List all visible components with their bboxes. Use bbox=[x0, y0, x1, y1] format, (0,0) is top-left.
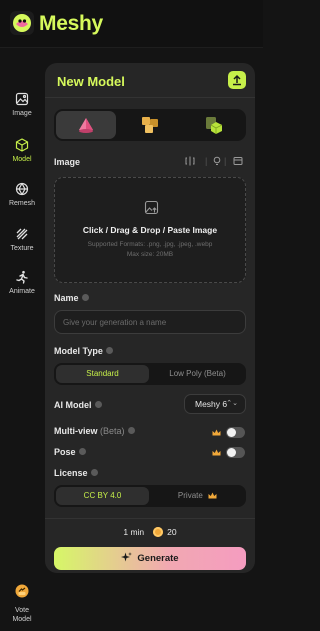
sidebar-item-animate[interactable]: Animate bbox=[0, 270, 44, 295]
credit-coin-icon bbox=[153, 527, 164, 537]
divider bbox=[45, 97, 255, 98]
upload-icon bbox=[233, 74, 241, 86]
multiview-label-text: Multi-view bbox=[54, 426, 98, 436]
image-to-3d-mode-icon bbox=[79, 118, 93, 133]
sidebar-item-label: Image bbox=[12, 110, 32, 117]
panel-title: New Model bbox=[57, 74, 125, 89]
sidebar-item-label: Model bbox=[12, 156, 32, 163]
generation-mode-tabs bbox=[54, 109, 246, 141]
pose-label: Pose bbox=[54, 447, 86, 457]
model-type-standard[interactable]: Standard bbox=[56, 365, 149, 383]
tools-separator: | bbox=[224, 156, 227, 166]
new-model-panel: New Model Image | | Click / Drag & Drop … bbox=[45, 63, 255, 573]
model-type-label-text: Model Type bbox=[54, 346, 103, 356]
sidebar-item-texture[interactable]: Texture bbox=[0, 227, 44, 252]
divider bbox=[45, 518, 255, 519]
export-button[interactable] bbox=[228, 71, 246, 89]
license-cc-by[interactable]: CC BY 4.0 bbox=[56, 487, 149, 505]
sparkle-icon bbox=[121, 552, 133, 562]
image-upload-dropzone[interactable]: Click / Drag & Drop / Paste Image Suppor… bbox=[54, 177, 246, 283]
tools-separator: | bbox=[205, 156, 208, 166]
name-input[interactable] bbox=[54, 310, 246, 334]
folder-icon[interactable] bbox=[233, 156, 243, 168]
license-label-text: License bbox=[54, 468, 88, 478]
generation-cost: 1 min 20 bbox=[45, 527, 255, 537]
info-icon[interactable] bbox=[105, 347, 113, 354]
generate-button[interactable]: Generate bbox=[54, 547, 246, 570]
crown-icon bbox=[208, 492, 217, 499]
info-icon[interactable] bbox=[90, 469, 98, 476]
sidebar-item-label: Texture bbox=[10, 245, 34, 252]
ai-model-label: AI Model bbox=[54, 400, 102, 410]
sidebar-item-image[interactable]: Image bbox=[0, 92, 44, 117]
sidebar-item-remesh[interactable]: Remesh bbox=[0, 182, 44, 207]
vote-model-button[interactable]: Vote Model bbox=[0, 584, 44, 624]
toggle-knob bbox=[227, 448, 236, 457]
name-label-text: Name bbox=[54, 293, 79, 303]
cube-icon bbox=[15, 138, 29, 152]
bulb-icon[interactable] bbox=[212, 156, 222, 168]
running-figure-icon bbox=[16, 270, 28, 284]
image-label-text: Image bbox=[54, 157, 81, 167]
beta-tag: (Beta) bbox=[100, 426, 125, 436]
tab-text-to-3d[interactable] bbox=[184, 111, 244, 139]
image-label: Image bbox=[54, 157, 80, 167]
top-bar: Meshy bbox=[0, 0, 263, 48]
dropzone-formats: Supported Formats: .png, .jpg, .jpeg, .w… bbox=[87, 241, 213, 248]
info-icon[interactable] bbox=[127, 427, 135, 434]
ai-model-label-text: AI Model bbox=[54, 400, 92, 410]
dropzone-title: Click / Drag & Drop / Paste Image bbox=[82, 225, 218, 235]
multi-image-mode-icon bbox=[142, 117, 158, 133]
toggle-knob bbox=[227, 428, 236, 437]
texture-icon bbox=[16, 228, 28, 240]
text-to-3d-mode-icon bbox=[206, 117, 223, 134]
vote-icon bbox=[15, 584, 29, 598]
dropzone-max-size: Max size: 20MB bbox=[126, 251, 174, 258]
ai-model-value: Meshy 6 bbox=[195, 399, 228, 409]
name-label: Name bbox=[54, 293, 89, 303]
license-toggle: CC BY 4.0 Private bbox=[54, 485, 246, 507]
pose-toggle[interactable] bbox=[226, 447, 245, 458]
info-icon[interactable] bbox=[81, 294, 89, 301]
multiview-toggle[interactable] bbox=[226, 427, 245, 438]
vote-label-line1: Vote bbox=[14, 607, 29, 614]
tab-image-to-3d[interactable] bbox=[56, 111, 116, 139]
model-type-toggle: Standard Low Poly (Beta) bbox=[54, 363, 246, 385]
sidebar: Image Model Remesh Texture Animate bbox=[0, 48, 44, 631]
vote-label-line2: Model bbox=[12, 616, 32, 623]
tab-multi-image-to-3d[interactable] bbox=[120, 111, 180, 139]
meshy-logo-icon[interactable] bbox=[10, 11, 34, 35]
info-icon[interactable] bbox=[94, 401, 102, 408]
crown-icon bbox=[212, 449, 221, 456]
crown-icon bbox=[212, 429, 221, 436]
license-private-text: Private bbox=[177, 491, 203, 500]
brand-name[interactable]: Meshy bbox=[39, 12, 103, 36]
chevron-up-down-icon: ⌃⌄ bbox=[226, 400, 238, 407]
pose-label-text: Pose bbox=[54, 447, 76, 457]
credit-cost: 20 bbox=[167, 527, 177, 537]
model-type-label: Model Type bbox=[54, 346, 113, 356]
info-icon[interactable] bbox=[78, 448, 86, 455]
license-label: License bbox=[54, 468, 98, 478]
multiview-label: Multi-view (Beta) bbox=[54, 426, 135, 436]
image-upload-icon bbox=[144, 200, 159, 215]
generate-label: Generate bbox=[137, 553, 179, 564]
compare-icon[interactable] bbox=[185, 156, 195, 168]
image-icon bbox=[15, 92, 29, 106]
estimated-time: 1 min bbox=[123, 527, 145, 537]
license-private[interactable]: Private bbox=[151, 487, 244, 505]
model-type-low-poly[interactable]: Low Poly (Beta) bbox=[151, 365, 244, 383]
sidebar-item-model[interactable]: Model bbox=[0, 138, 44, 163]
ai-model-select[interactable]: Meshy 6 ⌃⌄ bbox=[184, 394, 246, 414]
sidebar-item-label: Remesh bbox=[8, 200, 36, 207]
remesh-icon bbox=[15, 182, 29, 196]
sidebar-item-label: Animate bbox=[9, 288, 35, 295]
